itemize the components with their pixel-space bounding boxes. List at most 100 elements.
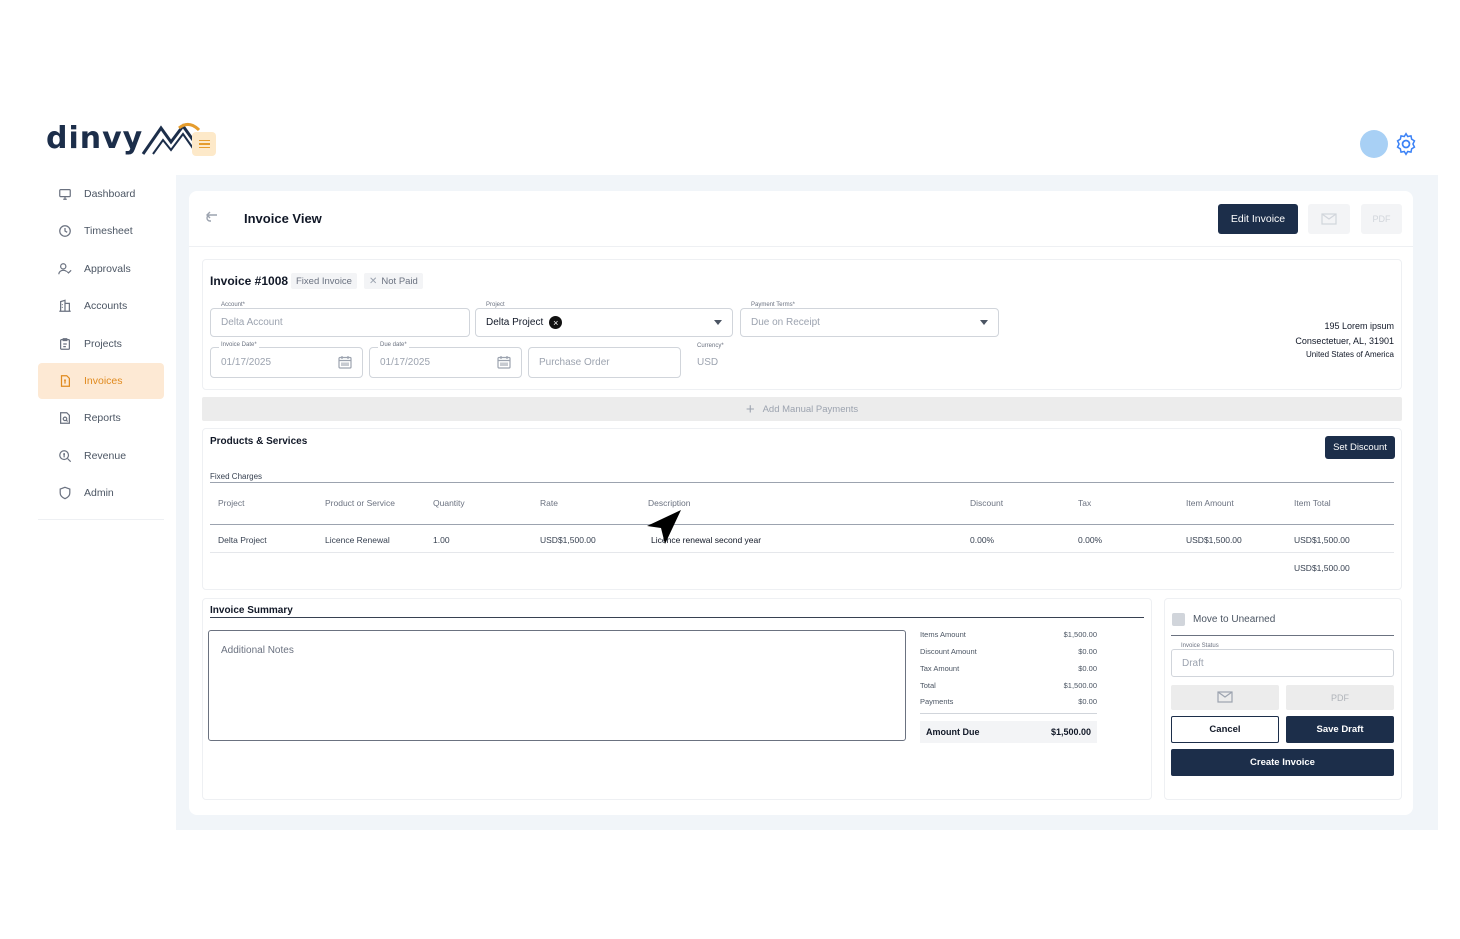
summary-line-value: $1,500.00 <box>1063 630 1097 639</box>
sidebar-item-accounts[interactable]: Accounts <box>38 288 164 324</box>
invoice-date-field[interactable]: 01/17/2025 <box>210 347 363 378</box>
brand-logo: dinvy <box>46 120 211 156</box>
pdf-button[interactable]: PDF <box>1361 204 1402 234</box>
sidebar-item-projects[interactable]: Projects <box>38 326 164 362</box>
billing-address: 195 Lorem ipsum Consectetuer, AL, 31901 … <box>1295 319 1394 363</box>
plus-icon: + <box>745 400 755 418</box>
column-header: Product or Service <box>325 498 395 508</box>
invoice-status-label: Invoice Status <box>1179 643 1221 649</box>
sidebar-item-approvals[interactable]: Approvals <box>38 251 164 287</box>
sidebar-item-label: Revenue <box>84 449 127 462</box>
account-field[interactable]: Delta Account <box>210 308 470 337</box>
move-to-unearned-checkbox[interactable] <box>1172 613 1185 626</box>
summary-line-label: Tax Amount <box>920 664 960 673</box>
purchase-order-input[interactable]: Purchase Order <box>528 347 681 378</box>
payment-terms-select[interactable]: Due on Receipt <box>740 308 999 337</box>
summary-line: Tax Amount $0.00 <box>920 664 1097 673</box>
project-select[interactable]: Delta Project × <box>475 308 733 337</box>
status-divider <box>1171 635 1394 636</box>
notes-placeholder: Additional Notes <box>221 645 294 656</box>
sidebar-item-label: Admin <box>84 487 114 500</box>
amount-due-label: Amount Due <box>926 727 980 737</box>
address-line: 195 Lorem ipsum <box>1324 321 1394 331</box>
sidebar-item-label: Reports <box>84 412 121 425</box>
add-manual-payments-button[interactable]: + Add Manual Payments <box>202 397 1402 421</box>
menu-toggle-icon[interactable] <box>192 132 216 156</box>
summary-total-divider <box>920 713 1097 714</box>
summary-line-value: $0.00 <box>1078 697 1097 706</box>
sidebar-item-admin[interactable]: Admin <box>38 475 164 511</box>
sidebar-item-label: Invoices <box>84 374 123 387</box>
edit-invoice-button[interactable]: Edit Invoice <box>1218 204 1298 234</box>
summary-divider <box>210 617 1144 618</box>
invoice-icon <box>60 375 70 387</box>
invoice-date-value: 01/17/2025 <box>221 357 272 368</box>
column-header: Discount <box>970 498 1004 508</box>
summary-line: Discount Amount $0.00 <box>920 647 1097 656</box>
pointer-cursor-icon <box>647 510 681 544</box>
add-manual-payments-label: Add Manual Payments <box>762 403 859 415</box>
currency-value: USD <box>697 357 719 368</box>
sidebar-item-reports[interactable]: Reports <box>38 400 164 436</box>
sidebar-item-label: Projects <box>84 337 122 350</box>
table-row-divider <box>210 552 1394 553</box>
sidebar-item-dashboard[interactable]: Dashboard <box>38 176 164 212</box>
address-line: United States of America <box>1305 350 1394 359</box>
currency-label: Currency* <box>697 343 724 349</box>
project-value: Delta Project <box>486 317 544 328</box>
project-label: Project <box>484 302 507 308</box>
sidebar-item-label: Approvals <box>84 262 131 275</box>
products-title: Products & Services <box>210 436 308 447</box>
sidebar-item-invoices[interactable]: Invoices <box>38 362 164 399</box>
email-button[interactable] <box>1308 204 1350 234</box>
gear-icon[interactable] <box>1393 131 1419 157</box>
brand-name: dinvy <box>46 120 144 156</box>
calendar-icon[interactable] <box>497 355 511 369</box>
table-cell: USD$1,500.00 <box>1186 535 1242 545</box>
clipboard-icon <box>60 337 70 350</box>
cancel-button[interactable]: Cancel <box>1171 716 1279 743</box>
products-panel <box>202 428 1402 590</box>
set-discount-button[interactable]: Set Discount <box>1325 436 1395 459</box>
invoice-status-field[interactable]: Draft <box>1171 649 1394 677</box>
page-title: Invoice View <box>244 211 322 226</box>
calendar-icon[interactable] <box>338 355 352 369</box>
save-draft-button[interactable]: Save Draft <box>1286 716 1394 743</box>
building-icon <box>59 299 71 313</box>
column-header: Rate <box>540 498 558 508</box>
header-divider <box>189 246 1413 247</box>
invoice-number: Invoice #1008 <box>210 274 289 288</box>
sidebar-item-timesheet[interactable]: Timesheet <box>38 213 164 249</box>
due-date-label: Due date* <box>378 342 409 348</box>
table-cell: USD$1,500.00 <box>1294 535 1350 545</box>
due-date-field[interactable]: 01/17/2025 <box>369 347 522 378</box>
sidebar-item-label: Timesheet <box>84 225 133 238</box>
sidebar-item-revenue[interactable]: Revenue <box>38 438 164 474</box>
address-line: Consectetuer, AL, 31901 <box>1295 335 1394 346</box>
move-to-unearned-label: Move to Unearned <box>1193 614 1276 625</box>
payment-status-badge: ✕ Not Paid <box>364 273 423 289</box>
user-avatar[interactable] <box>1360 130 1388 158</box>
invoice-type-badge: Fixed Invoice <box>291 273 357 289</box>
table-header-divider <box>210 524 1394 525</box>
table-cell: 0.00% <box>970 535 995 545</box>
email-invoice-button[interactable] <box>1171 685 1279 710</box>
table-cell: 0.00% <box>1078 535 1103 545</box>
table-cell: Delta Project <box>218 535 267 545</box>
invoice-status-value: Draft <box>1182 657 1204 669</box>
create-invoice-button[interactable]: Create Invoice <box>1171 749 1394 776</box>
back-arrow-icon[interactable] <box>204 210 220 226</box>
summary-line-value: $1,500.00 <box>1063 681 1097 690</box>
clear-project-icon[interactable]: × <box>549 316 563 329</box>
additional-notes-textarea[interactable]: Additional Notes <box>208 630 906 741</box>
download-pdf-button[interactable]: PDF <box>1286 685 1394 710</box>
sidebar-divider <box>38 519 164 520</box>
summary-line-label: Payments <box>920 697 954 706</box>
summary-line: Total $1,500.00 <box>920 681 1097 690</box>
search-money-icon <box>59 449 72 462</box>
sidebar-item-label: Accounts <box>84 300 128 313</box>
summary-line: Payments $0.00 <box>920 697 1097 706</box>
column-header: Item Amount <box>1186 498 1234 508</box>
table-cell: Licence Renewal <box>325 535 390 545</box>
column-header: Tax <box>1078 498 1092 508</box>
